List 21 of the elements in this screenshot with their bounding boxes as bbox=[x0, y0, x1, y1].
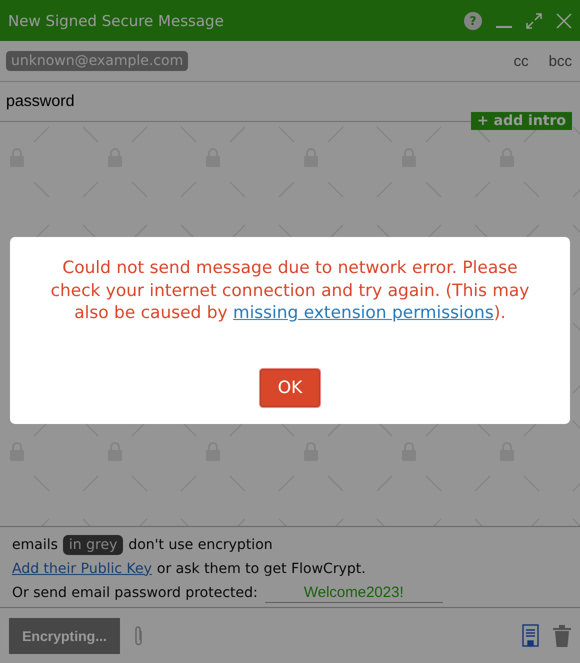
status-badge: in grey bbox=[62, 534, 124, 554]
permissions-link[interactable]: missing extension permissions bbox=[233, 303, 494, 323]
document-icon[interactable] bbox=[522, 624, 539, 648]
error-message: Could not send message due to network error. Please check your internet connection and try again. (This may also be caused by missing extension permissions). bbox=[50, 257, 530, 324]
notice-text: emails bbox=[12, 536, 58, 552]
help-button[interactable]: ? bbox=[464, 12, 482, 30]
recipient-option-link[interactable]: bcc bbox=[548, 52, 572, 70]
trash-icon[interactable] bbox=[553, 624, 571, 646]
password-label: Or send email password protected: bbox=[12, 584, 258, 600]
add-intro-button[interactable]: + add intro bbox=[471, 112, 572, 130]
recipient-chip[interactable]: unknown@example.com bbox=[6, 51, 188, 71]
notice-text: don't use encryption bbox=[128, 536, 273, 552]
recipient-option-link[interactable]: cc bbox=[514, 52, 529, 70]
paperclip-icon[interactable] bbox=[134, 624, 144, 646]
close-icon[interactable] bbox=[556, 12, 572, 28]
expand-icon[interactable] bbox=[526, 12, 542, 28]
window-title: New Signed Secure Message bbox=[8, 12, 225, 30]
notice-text: or ask them to get FlowCrypt. bbox=[156, 560, 366, 576]
add-public-key-link[interactable]: Add their Public Key bbox=[12, 560, 152, 576]
passphrase-input[interactable]: Welcome2023! bbox=[264, 582, 443, 602]
ok-button[interactable]: OK bbox=[260, 368, 320, 406]
